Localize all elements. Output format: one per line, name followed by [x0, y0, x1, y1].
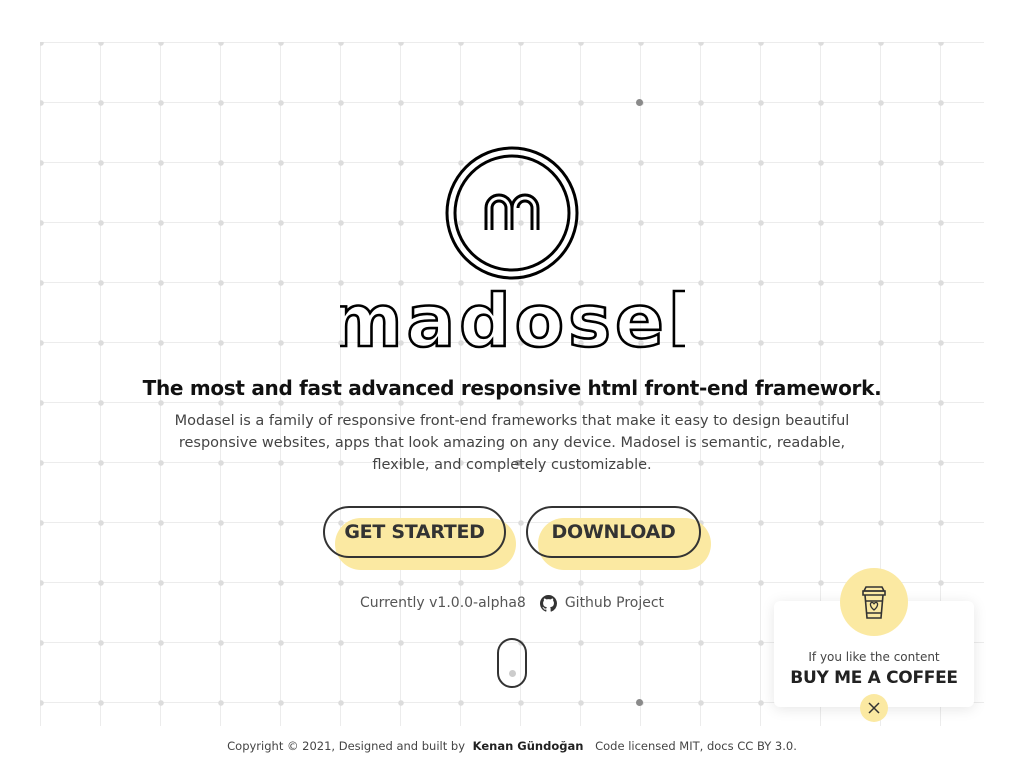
get-started-button-wrap: GET STARTED — [323, 506, 516, 570]
madosel-logo: madosel — [340, 146, 685, 356]
github-icon — [539, 594, 557, 612]
footer-license: Code licensed MIT, docs CC BY 3.0. — [595, 739, 797, 753]
decorative-dot — [636, 699, 643, 706]
decorative-dot — [636, 99, 643, 106]
version-text: Currently v1.0.0-alpha8 — [359, 595, 526, 611]
hero-description: Modasel is a family of responsive front-… — [174, 413, 850, 473]
scroll-wheel — [509, 670, 516, 677]
coffee-widget-button[interactable] — [840, 568, 908, 636]
github-link-label: Github Project — [564, 595, 665, 611]
download-button[interactable]: DOWNLOAD — [526, 506, 701, 558]
download-button-wrap: DOWNLOAD — [526, 506, 711, 570]
wordmark-text: madosel — [340, 279, 685, 356]
hero-headline: The most and fast advanced responsive ht… — [142, 376, 882, 400]
footer: Copyright © 2021, Designed and built by … — [0, 739, 1024, 753]
github-link[interactable]: Github Project — [539, 594, 665, 612]
close-icon — [868, 702, 880, 714]
footer-copyright: Copyright © 2021, Designed and built by — [227, 739, 465, 753]
get-started-button[interactable]: GET STARTED — [323, 506, 506, 558]
coffee-cup-icon — [862, 586, 886, 619]
coffee-widget-close-button[interactable] — [860, 694, 888, 722]
buy-me-a-coffee-link[interactable]: BUY ME A COFFEE — [774, 668, 974, 688]
coffee-widget-caption: If you like the content — [808, 650, 940, 664]
mouse-scroll-icon[interactable] — [497, 638, 527, 688]
footer-author[interactable]: Kenan Gündoğan — [473, 739, 584, 753]
